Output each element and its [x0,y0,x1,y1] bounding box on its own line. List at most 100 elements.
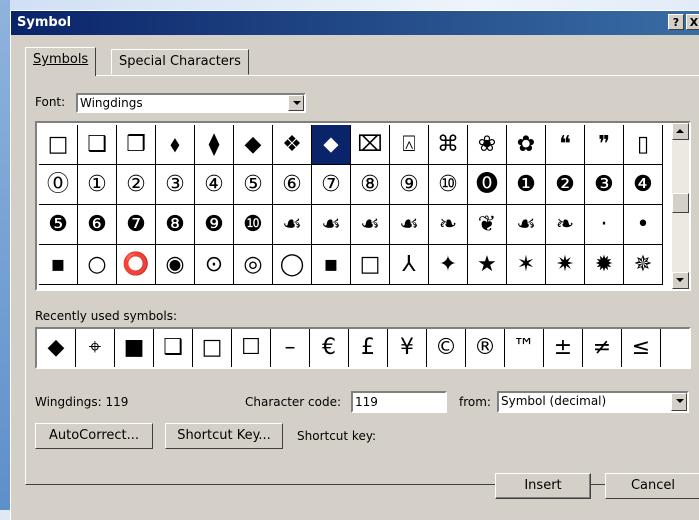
symbol-cell[interactable]: ☙ [351,205,390,245]
symbol-cell[interactable]: ⌘ [429,125,468,165]
symbol-cell[interactable]: ⍓ [390,125,429,165]
symbol-cell[interactable]: ❽ [156,205,195,245]
recent-symbol-cell[interactable]: ◆ [37,329,76,367]
symbol-cell[interactable]: · [585,205,624,245]
recent-symbol-cell[interactable]: £ [349,329,388,367]
recent-symbol-cell[interactable]: ❑ [154,329,193,367]
symbol-cell[interactable]: ✿ [507,125,546,165]
symbol-cell[interactable]: ⑦ [312,165,351,205]
recent-symbols-cells: ◆ ⌖ ■ ❑ □ ☐ – € £ ¥ © ® ™ ± ≠ ≤ [37,329,689,367]
tab-symbols-label: Symbols [33,52,89,67]
scroll-up-icon[interactable] [672,123,689,140]
symbol-cell[interactable]: ◆ [234,125,273,165]
symbol-cell[interactable]: ⊙ [195,245,234,285]
symbol-cell[interactable]: ✷ [546,245,585,285]
symbol-cell[interactable]: ⑩ [429,165,468,205]
tab-symbols[interactable]: Symbols [25,47,97,76]
recent-symbol-cell[interactable]: ¥ [388,329,427,367]
help-button[interactable]: ? [668,14,684,30]
symbol-cell[interactable]: ❧ [546,205,585,245]
recent-symbol-cell[interactable]: ☐ [232,329,271,367]
symbol-cell[interactable]: ◎ [234,245,273,285]
symbol-cell[interactable]: ☙ [273,205,312,245]
symbol-cell[interactable]: ❑ [78,125,117,165]
scroll-down-icon[interactable] [672,272,689,289]
symbol-cell[interactable]: ⑧ [351,165,390,205]
symbol-cell[interactable]: □ [39,125,78,165]
chevron-down-icon[interactable] [671,393,687,411]
recent-symbol-cell[interactable]: ⌖ [76,329,115,367]
symbol-cell[interactable]: ⭕ [117,245,156,285]
autocorrect-button[interactable]: AutoCorrect... [35,423,153,449]
symbol-cell[interactable]: ✶ [507,245,546,285]
symbol-cell[interactable]: ❸ [585,165,624,205]
symbol-cell[interactable]: ☙ [312,205,351,245]
font-dropdown[interactable]: Wingdings [76,93,306,113]
symbol-cell[interactable]: ❺ [39,205,78,245]
symbol-cell[interactable]: ◉ [156,245,195,285]
recent-symbol-cell[interactable]: © [427,329,466,367]
symbol-cell[interactable]: ❷ [546,165,585,205]
symbol-cell[interactable]: ▪ [39,245,78,285]
cancel-button[interactable]: Cancel [605,473,699,499]
symbol-cell[interactable]: ❞ [585,125,624,165]
tab-special-characters[interactable]: Special Characters [111,49,249,75]
recent-symbol-cell[interactable]: ® [466,329,505,367]
symbol-cell[interactable]: ❼ [117,205,156,245]
recent-symbol-cell[interactable]: □ [193,329,232,367]
symbol-cell[interactable]: ③ [156,165,195,205]
symbol-cell[interactable]: • [624,205,663,245]
from-dropdown[interactable]: Symbol (decimal) [497,391,689,413]
symbol-cell[interactable]: ❝ [546,125,585,165]
symbol-cell[interactable]: ⬥ [312,125,351,165]
symbol-cell[interactable]: ① [78,165,117,205]
symbol-cell[interactable]: ⑤ [234,165,273,205]
symbol-cell[interactable]: ❧ [429,205,468,245]
symbol-cell[interactable]: ✦ [429,245,468,285]
close-button[interactable]: X [686,14,699,30]
recent-symbol-cell[interactable]: ± [544,329,583,367]
symbol-cell[interactable]: ✵ [624,245,663,285]
symbol-cell[interactable]: ❹ [624,165,663,205]
recent-symbol-cell[interactable]: € [310,329,349,367]
symbol-cell[interactable]: ⅄ [390,245,429,285]
symbol-cell[interactable]: ✹ [585,245,624,285]
symbol-scrollbar[interactable] [672,123,689,289]
symbol-cell[interactable]: ❾ [195,205,234,245]
symbol-cell[interactable]: ☙ [390,205,429,245]
symbol-cell[interactable]: ○ [78,245,117,285]
symbol-cell[interactable]: ⑥ [273,165,312,205]
symbol-cell[interactable]: ◯ [273,245,312,285]
shortcut-key-label: Shortcut key: [297,429,377,443]
symbol-cell[interactable]: ▪ [312,245,351,285]
symbol-cell[interactable]: ④ [195,165,234,205]
shortcut-key-button[interactable]: Shortcut Key... [165,423,283,449]
symbol-cell[interactable]: ② [117,165,156,205]
character-code-input[interactable]: 119 [351,391,447,413]
recent-symbol-cell[interactable]: ≠ [583,329,622,367]
recent-symbol-cell[interactable]: ■ [115,329,154,367]
chevron-down-icon[interactable] [288,95,304,111]
symbol-cell[interactable]: ⌧ [351,125,390,165]
insert-button[interactable]: Insert [495,473,591,499]
symbol-cell[interactable]: ▯ [624,125,663,165]
symbol-cell[interactable]: ❦ [468,205,507,245]
symbol-cell[interactable]: ❻ [78,205,117,245]
symbol-cell[interactable]: ❀ [468,125,507,165]
scroll-thumb[interactable] [672,193,689,213]
symbol-cell[interactable]: ★ [468,245,507,285]
symbol-cell[interactable]: ⓪ [39,165,78,205]
symbol-cell[interactable]: ❿ [234,205,273,245]
symbol-cell[interactable]: ❖ [273,125,312,165]
symbol-cell[interactable]: ⧫ [195,125,234,165]
symbol-cell[interactable]: ⑨ [390,165,429,205]
symbol-cell[interactable]: ☙ [507,205,546,245]
recent-symbol-cell[interactable]: ≤ [622,329,661,367]
recent-symbol-cell[interactable]: ™ [505,329,544,367]
recent-symbol-cell[interactable]: – [271,329,310,367]
symbol-cell[interactable]: □ [351,245,390,285]
symbol-cell[interactable]: ⓿ [468,165,507,205]
symbol-cell[interactable]: ⬧ [156,125,195,165]
symbol-cell[interactable]: ❒ [117,125,156,165]
symbol-cell[interactable]: ❶ [507,165,546,205]
